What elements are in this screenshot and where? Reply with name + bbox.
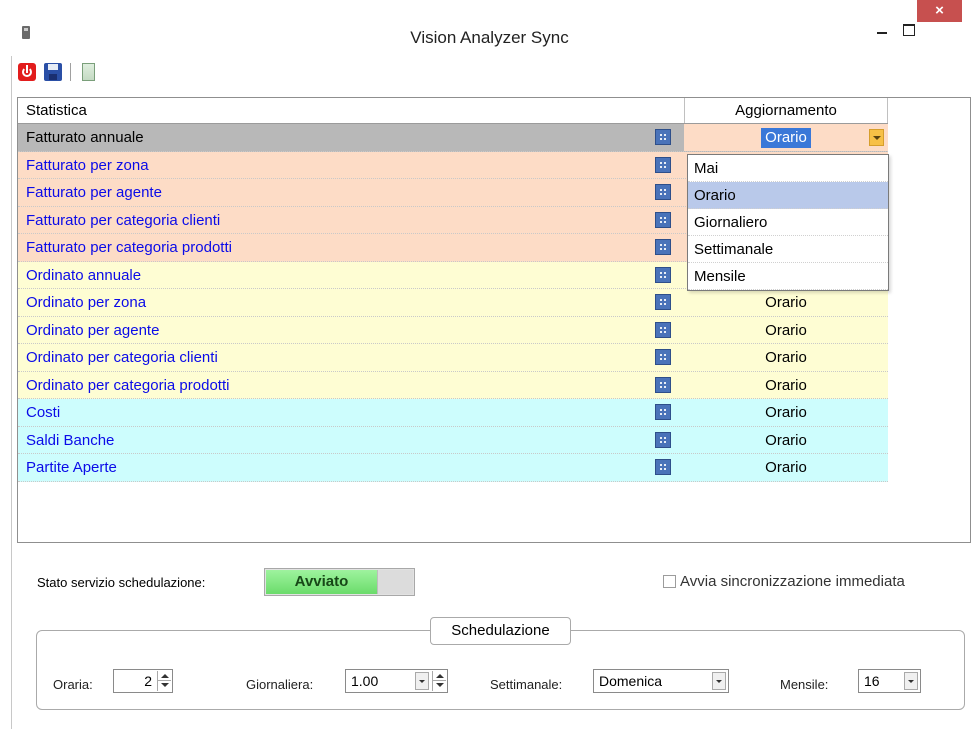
edit-icon[interactable] [655, 349, 671, 365]
save-button[interactable] [42, 61, 64, 83]
row-name: Fatturato annuale [26, 129, 144, 146]
power-button[interactable] [16, 61, 38, 83]
row-update-value[interactable]: Orario [684, 317, 888, 344]
table-row[interactable]: Ordinato per zona Orario [18, 289, 888, 317]
notes-button[interactable] [77, 61, 99, 83]
edit-icon[interactable] [655, 211, 671, 228]
spin-arrows-icon[interactable] [157, 671, 171, 691]
row-name: Ordinato per agente [26, 321, 160, 339]
dropdown-option-mai[interactable]: Mai [688, 155, 888, 182]
row-update-value[interactable]: Orario [684, 427, 888, 454]
schedule-group: Schedulazione Oraria: 2 Giornaliera: 1.0… [36, 617, 965, 710]
service-toggle[interactable]: Avviato [264, 568, 415, 596]
row-name: Ordinato annuale [26, 266, 142, 284]
notes-icon [81, 63, 95, 81]
row-update-value[interactable]: Orario [684, 399, 888, 426]
toolbar [16, 60, 99, 84]
daily-value: 1.00 [351, 673, 379, 689]
row-update-value[interactable]: Orario [684, 289, 888, 316]
table-row[interactable]: Saldi Banche Orario [18, 426, 888, 454]
row-name: Fatturato per categoria clienti [26, 211, 221, 229]
weekly-select[interactable]: Domenica [593, 669, 729, 693]
row-name: Saldi Banche [26, 431, 115, 449]
monthly-label: Mensile: [780, 677, 829, 692]
spin-divider [432, 680, 446, 681]
chevron-down-icon[interactable] [869, 129, 884, 146]
dropdown-option-giornaliero[interactable]: Giornaliero [688, 209, 888, 236]
spin-divider [157, 680, 171, 681]
edit-icon[interactable] [655, 376, 671, 393]
row-name: Fatturato per categoria prodotti [26, 239, 232, 256]
table-row[interactable]: Ordinato per categoria clienti Orario [18, 344, 888, 372]
toggle-knob[interactable] [377, 570, 413, 594]
table-row[interactable]: Partite Aperte Orario [18, 454, 888, 482]
save-icon [44, 63, 62, 81]
monthly-value: 16 [864, 673, 880, 689]
column-header-statistica[interactable]: Statistica [26, 98, 87, 123]
row-name: Fatturato per agente [26, 184, 162, 201]
edit-icon[interactable] [655, 294, 671, 310]
column-header-aggiornamento[interactable]: Aggiornamento [684, 98, 888, 123]
table-row-selected[interactable]: Fatturato annuale Orario [18, 124, 888, 152]
hourly-stepper[interactable]: 2 [113, 669, 173, 693]
dropdown-option-orario[interactable]: Orario [688, 182, 888, 209]
update-frequency-dropdown[interactable]: Mai Orario Giornaliero Settimanale Mensi… [687, 154, 889, 291]
minimize-button[interactable] [869, 19, 895, 41]
row-name: Ordinato per categoria prodotti [26, 376, 230, 394]
spin-arrows-icon[interactable] [432, 671, 446, 691]
service-status-text: Avviato [266, 570, 377, 594]
weekly-value: Domenica [599, 673, 663, 689]
dropdown-option-mensile[interactable]: Mensile [688, 263, 888, 290]
table-row[interactable]: Ordinato per agente Orario [18, 316, 888, 344]
row-update-value[interactable]: Orario [684, 454, 888, 481]
row-name: Ordinato per zona [26, 294, 147, 311]
toolbar-separator [70, 63, 71, 81]
monthly-select[interactable]: 16 [858, 669, 921, 693]
power-icon [18, 63, 36, 81]
daily-time-input[interactable]: 1.00 [345, 669, 448, 693]
schedule-title: Schedulazione [430, 617, 571, 645]
row-name: Partite Aperte [26, 459, 117, 476]
sync-now-label: Avvia sincronizzazione immediata [680, 573, 905, 590]
chevron-down-icon[interactable] [712, 672, 726, 690]
weekly-label: Settimanale: [490, 677, 563, 692]
service-status-label: Stato servizio schedulazione: [37, 575, 206, 590]
edit-icon[interactable] [655, 404, 671, 420]
hourly-value: 2 [144, 673, 152, 689]
edit-icon[interactable] [655, 431, 671, 448]
row-update-value[interactable]: Orario [684, 372, 888, 399]
edit-icon[interactable] [655, 239, 671, 255]
table-row[interactable]: Costi Orario [18, 399, 888, 427]
edit-icon[interactable] [655, 459, 671, 475]
chevron-down-icon[interactable] [415, 672, 429, 690]
row-name: Ordinato per categoria clienti [26, 349, 218, 366]
close-icon: × [935, 2, 944, 19]
window-title: Vision Analyzer Sync [410, 28, 569, 47]
sync-now-checkbox[interactable] [663, 575, 676, 588]
sync-now-option[interactable]: Avvia sincronizzazione immediata [663, 573, 905, 590]
window-border [11, 56, 12, 729]
chevron-down-icon[interactable] [904, 672, 918, 690]
row-name: Costi [26, 404, 61, 421]
row-update-value[interactable]: Orario [684, 344, 888, 371]
edit-icon[interactable] [655, 156, 671, 173]
grid-header: Statistica Aggiornamento [18, 98, 888, 124]
edit-icon[interactable] [655, 321, 671, 338]
daily-label: Giornaliera: [246, 677, 314, 692]
row-name: Fatturato per zona [26, 156, 149, 174]
dropdown-option-settimanale[interactable]: Settimanale [688, 236, 888, 263]
close-button[interactable]: × [917, 0, 962, 22]
combo-value: Orario [761, 128, 811, 148]
table-row[interactable]: Ordinato per categoria prodotti Orario [18, 371, 888, 399]
edit-icon[interactable] [655, 129, 671, 145]
statistics-grid[interactable]: Statistica Aggiornamento Fatturato annua… [17, 97, 971, 543]
maximize-button[interactable] [895, 19, 921, 41]
edit-icon[interactable] [655, 266, 671, 283]
edit-icon[interactable] [655, 184, 671, 200]
title-bar: Vision Analyzer Sync × [0, 0, 979, 52]
hourly-label: Oraria: [53, 677, 93, 692]
update-combo[interactable]: Orario [684, 124, 888, 151]
